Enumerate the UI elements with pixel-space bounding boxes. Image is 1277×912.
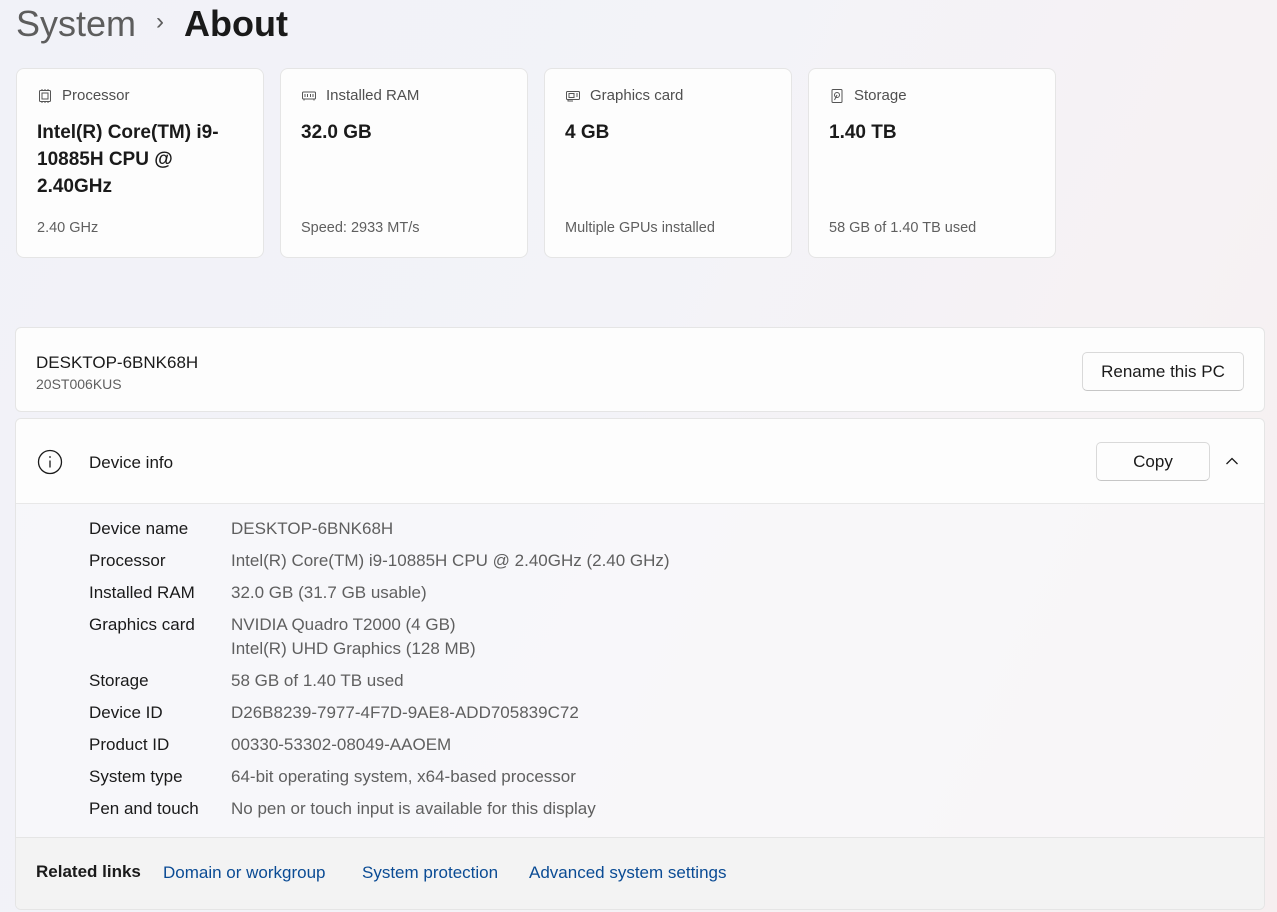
link-domain-or-workgroup[interactable]: Domain or workgroup — [163, 863, 326, 883]
spec-value-line: NVIDIA Quadro T2000 (4 GB) — [231, 615, 456, 634]
card-value: 1.40 TB — [829, 122, 897, 143]
storage-icon — [831, 88, 843, 103]
spec-value: 58 GB of 1.40 TB used — [231, 671, 404, 690]
spec-row-pen-and-touch: Pen and touch No pen or touch input is a… — [89, 797, 670, 821]
pc-name: DESKTOP-6BNK68H — [36, 353, 199, 372]
spec-row-graphics-card: Graphics card NVIDIA Quadro T2000 (4 GB)… — [89, 613, 670, 661]
chevron-up-icon[interactable] — [1224, 453, 1240, 469]
spec-row-product-id: Product ID 00330-53302-08049-AAOEM — [89, 733, 670, 757]
link-system-protection[interactable]: System protection — [362, 863, 498, 883]
card-value: 4 GB — [565, 122, 610, 143]
card-title: Storage — [854, 87, 907, 104]
spec-row-storage: Storage 58 GB of 1.40 TB used — [89, 669, 670, 693]
graphics-card-card: Graphics card 4 GB Multiple GPUs install… — [544, 68, 792, 258]
spec-label: Product ID — [89, 735, 170, 754]
pc-model: 20ST006KUS — [36, 376, 122, 392]
spec-label: Processor — [89, 551, 166, 570]
spec-label: Installed RAM — [89, 583, 195, 602]
card-subtext: 58 GB of 1.40 TB used — [829, 220, 977, 236]
spec-row-installed-ram: Installed RAM 32.0 GB (31.7 GB usable) — [89, 581, 670, 605]
storage-card: Storage 1.40 TB 58 GB of 1.40 TB used — [808, 68, 1056, 258]
breadcrumb-system[interactable]: System — [16, 6, 136, 42]
link-advanced-system-settings[interactable]: Advanced system settings — [529, 863, 726, 883]
card-title: Installed RAM — [326, 87, 420, 104]
breadcrumb: System › About — [16, 0, 288, 48]
card-title: Processor — [62, 87, 130, 104]
card-value: Intel(R) Core(TM) i9-10885H CPU @ 2.40GH… — [37, 122, 219, 197]
related-links-label: Related links — [36, 862, 141, 881]
card-title: Graphics card — [590, 87, 684, 104]
spec-label: Graphics card — [89, 615, 195, 634]
spec-label: Device ID — [89, 703, 163, 722]
spec-value: No pen or touch input is available for t… — [231, 799, 596, 818]
device-info-title: Device info — [89, 453, 174, 472]
spec-value: 64-bit operating system, x64-based proce… — [231, 767, 576, 786]
spec-value: 00330-53302-08049-AAOEM — [231, 735, 452, 754]
device-specs-list: Device name DESKTOP-6BNK68H Processor In… — [89, 517, 670, 821]
spec-row-system-type: System type 64-bit operating system, x64… — [89, 765, 670, 789]
spec-row-device-name: Device name DESKTOP-6BNK68H — [89, 517, 670, 541]
spec-value: D26B8239-7977-4F7D-9AE8-ADD705839C72 — [231, 703, 579, 722]
spec-row-device-id: Device ID D26B8239-7977-4F7D-9AE8-ADD705… — [89, 701, 670, 725]
pc-name-panel: DESKTOP-6BNK68H 20ST006KUS Rename this P… — [15, 327, 1265, 412]
related-links-bar: Related links Domain or workgroup System… — [16, 837, 1264, 909]
device-info-header[interactable]: Device info Copy — [16, 419, 1264, 504]
info-icon — [37, 449, 63, 475]
graphics-card-icon — [566, 90, 580, 101]
spec-cards: Processor Intel(R) Core(TM) i9-10885H CP… — [16, 68, 1056, 258]
card-subtext: 2.40 GHz — [37, 220, 99, 236]
card-subtext: Speed: 2933 MT/s — [301, 220, 420, 236]
spec-label: Pen and touch — [89, 799, 199, 818]
rename-pc-button[interactable]: Rename this PC — [1082, 352, 1244, 391]
card-subtext: Multiple GPUs installed — [565, 220, 715, 236]
spec-value: 32.0 GB (31.7 GB usable) — [231, 583, 427, 602]
spec-label: Device name — [89, 519, 189, 538]
spec-value: Intel(R) Core(TM) i9-10885H CPU @ 2.40GH… — [231, 551, 670, 570]
page-title: About — [184, 3, 288, 44]
spec-value: DESKTOP-6BNK68H — [231, 519, 394, 538]
spec-label: Storage — [89, 671, 149, 690]
spec-label: System type — [89, 767, 183, 786]
copy-button[interactable]: Copy — [1096, 442, 1210, 481]
device-info-panel: Device info Copy Device name DESKTOP-6BN… — [15, 418, 1265, 910]
spec-value-line: Intel(R) UHD Graphics (128 MB) — [231, 639, 476, 658]
processor-card: Processor Intel(R) Core(TM) i9-10885H CP… — [16, 68, 264, 258]
breadcrumb-separator-icon: › — [156, 8, 165, 35]
spec-row-processor: Processor Intel(R) Core(TM) i9-10885H CP… — [89, 549, 670, 573]
card-value: 32.0 GB — [301, 122, 372, 143]
ram-icon — [302, 91, 316, 100]
spec-value: NVIDIA Quadro T2000 (4 GB) Intel(R) UHD … — [231, 613, 476, 661]
processor-icon — [39, 88, 51, 103]
ram-card: Installed RAM 32.0 GB Speed: 2933 MT/s — [280, 68, 528, 258]
